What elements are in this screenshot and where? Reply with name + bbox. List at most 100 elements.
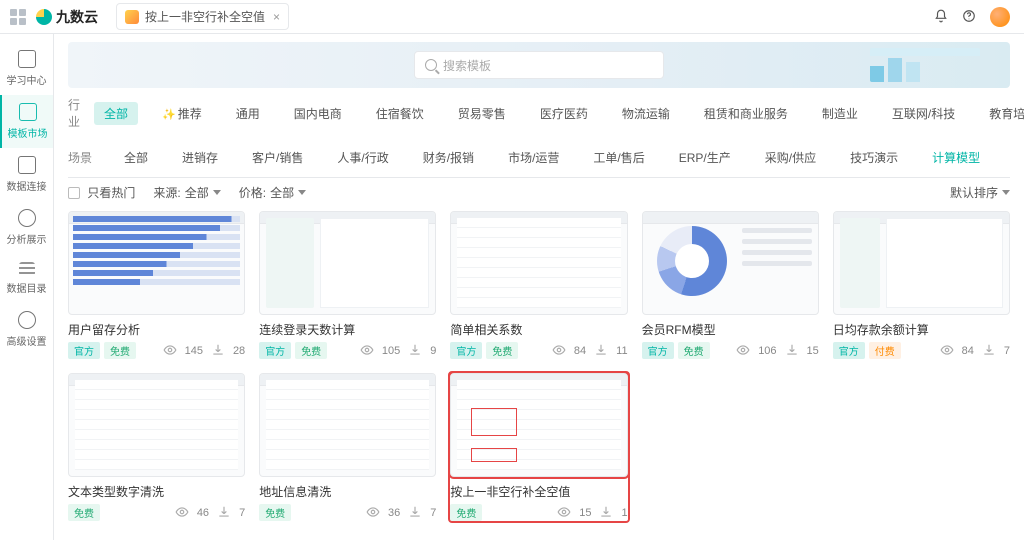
card-meta: 官方免费 84 11 <box>450 342 627 359</box>
filter-item[interactable]: 物流运输 <box>612 102 680 125</box>
chart-icon <box>18 209 36 227</box>
apps-icon[interactable] <box>10 9 26 25</box>
sidebar-item-label: 分析展示 <box>7 231 47 246</box>
card-thumbnail <box>833 211 1010 315</box>
filter-item[interactable]: 互联网/科技 <box>882 102 965 125</box>
filter-label: 场景 <box>68 149 100 166</box>
price-dropdown[interactable]: 价格: 全部 <box>239 184 306 201</box>
template-card[interactable]: 用户留存分析 官方免费 145 28 <box>68 211 245 359</box>
filter-item[interactable]: 贸易零售 <box>448 102 516 125</box>
plug-icon <box>18 156 36 174</box>
sidebar-item-market[interactable]: 模板市场 <box>0 95 53 148</box>
workspace-tab[interactable]: 按上一非空行补全空值 × <box>116 3 289 30</box>
checkbox-icon <box>68 187 80 199</box>
main: 搜索模板 行业 全部推荐通用国内电商住宿餐饮贸易零售医疗医药物流运输租赁和商业服… <box>54 34 1024 540</box>
help-icon[interactable] <box>962 9 976 24</box>
template-card[interactable]: 文本类型数字清洗 免费 46 7 <box>68 373 245 521</box>
download-icon <box>594 343 608 358</box>
filter-item[interactable]: 全部 <box>94 102 138 125</box>
tag-official: 官方 <box>68 342 100 359</box>
card-meta: 官方免费 145 28 <box>68 342 245 359</box>
sidebar-item-label: 学习中心 <box>7 72 47 87</box>
sidebar-item-label: 模板市场 <box>8 125 48 140</box>
search-placeholder: 搜索模板 <box>443 57 491 74</box>
filter-item[interactable]: 人事/行政 <box>327 146 398 169</box>
tab-label: 按上一非空行补全空值 <box>145 8 265 25</box>
filter-item[interactable]: 通用 <box>226 102 270 125</box>
card-title: 会员RFM模型 <box>642 321 819 338</box>
download-count: 9 <box>430 345 436 357</box>
tag-official: 官方 <box>450 342 482 359</box>
download-count: 1 <box>621 507 627 519</box>
filter-item[interactable]: 教育培训 <box>979 102 1024 125</box>
eye-icon <box>366 505 380 520</box>
hot-only-checkbox[interactable]: 只看热门 <box>68 184 135 201</box>
filter-item[interactable]: 采购/供应 <box>755 146 826 169</box>
sidebar-item-learn[interactable]: 学习中心 <box>0 42 53 95</box>
template-card[interactable]: 简单相关系数 官方免费 84 11 <box>450 211 627 359</box>
card-meta: 官方免费 105 9 <box>259 342 436 359</box>
toolbar: 只看热门 来源: 全部 价格: 全部 默认排序 <box>68 177 1010 205</box>
book-icon <box>18 50 36 68</box>
template-card[interactable]: 日均存款余额计算 官方付费 84 7 <box>833 211 1010 359</box>
card-thumbnail <box>259 211 436 315</box>
card-tags: 官方付费 <box>833 342 905 359</box>
bell-icon[interactable] <box>934 9 948 24</box>
tag-paid: 付费 <box>869 342 901 359</box>
filter-item[interactable]: 市场/运营 <box>498 146 569 169</box>
source-dropdown[interactable]: 来源: 全部 <box>153 184 220 201</box>
filter-item[interactable]: 客户/销售 <box>242 146 313 169</box>
filter-item[interactable]: 医疗医药 <box>530 102 598 125</box>
filter-item[interactable]: 国内电商 <box>284 102 352 125</box>
sidebar-item-analysis[interactable]: 分析展示 <box>0 201 53 254</box>
download-icon <box>982 343 996 358</box>
filter-item[interactable]: 制造业 <box>812 102 868 125</box>
sort-dropdown[interactable]: 默认排序 <box>950 184 1010 201</box>
close-icon[interactable]: × <box>273 10 280 24</box>
filter-item[interactable]: 进销存 <box>172 146 228 169</box>
list-icon <box>19 262 35 276</box>
template-card[interactable]: 地址信息清洗 免费 36 7 <box>259 373 436 521</box>
download-count: 28 <box>233 345 245 357</box>
source-label: 来源: <box>153 184 180 201</box>
views-count: 145 <box>185 345 203 357</box>
sidebar-item-label: 数据目录 <box>7 280 47 295</box>
sidebar-item-connect[interactable]: 数据连接 <box>0 148 53 201</box>
eye-icon <box>552 343 566 358</box>
template-card[interactable]: 按上一非空行补全空值 免费 15 1 <box>450 373 627 521</box>
card-title: 连续登录天数计算 <box>259 321 436 338</box>
template-card[interactable]: 连续登录天数计算 官方免费 105 9 <box>259 211 436 359</box>
download-icon <box>599 505 613 520</box>
download-icon <box>211 343 225 358</box>
views-count: 84 <box>574 345 586 357</box>
eye-icon <box>360 343 374 358</box>
card-thumbnail <box>450 373 627 477</box>
template-card[interactable]: 会员RFM模型 官方免费 106 15 <box>642 211 819 359</box>
search-input[interactable]: 搜索模板 <box>414 51 664 79</box>
tag-official: 官方 <box>833 342 865 359</box>
card-title: 地址信息清洗 <box>259 483 436 500</box>
card-title: 按上一非空行补全空值 <box>450 483 627 500</box>
chevron-down-icon <box>298 190 306 195</box>
download-icon <box>785 343 799 358</box>
filter-item[interactable]: 住宿餐饮 <box>366 102 434 125</box>
sidebar-item-catalog[interactable]: 数据目录 <box>0 254 53 303</box>
avatar[interactable] <box>990 7 1010 27</box>
filter-item[interactable]: 计算模型 <box>922 146 990 169</box>
filter-item[interactable]: 全部 <box>114 146 158 169</box>
tab-dot-icon <box>125 10 139 24</box>
filter-item[interactable]: 租赁和商业服务 <box>694 102 798 125</box>
search-icon <box>425 59 437 71</box>
sidebar-item-label: 数据连接 <box>7 178 47 193</box>
filter-item[interactable]: ERP/生产 <box>669 146 741 169</box>
filter-item[interactable]: 技巧演示 <box>840 146 908 169</box>
filter-item[interactable]: 工单/售后 <box>583 146 654 169</box>
filter-item[interactable]: 推荐 <box>152 102 212 125</box>
topbar: 九数云 按上一非空行补全空值 × <box>0 0 1024 34</box>
filter-item[interactable]: 财务/报销 <box>413 146 484 169</box>
card-title: 简单相关系数 <box>450 321 627 338</box>
card-meta: 官方付费 84 7 <box>833 342 1010 359</box>
sidebar-item-settings[interactable]: 高级设置 <box>0 303 53 356</box>
brand[interactable]: 九数云 <box>36 7 98 27</box>
sidebar: 学习中心 模板市场 数据连接 分析展示 数据目录 高级设置 <box>0 34 54 540</box>
